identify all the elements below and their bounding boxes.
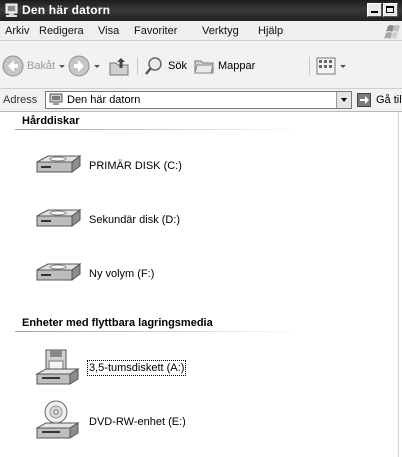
address-label: Adress (3, 94, 38, 106)
divider (398, 112, 399, 457)
back-button[interactable]: Bakåt (2, 55, 65, 77)
floppy-drive-icon (35, 349, 80, 385)
computer-icon (49, 93, 63, 105)
chevron-down-icon[interactable] (59, 65, 65, 68)
menu-bar: Arkiv Redigera Visa Favoriter Verktyg Hj… (0, 21, 402, 41)
group-title-hard-drives: Hårddiskar (22, 115, 80, 127)
toolbar: Bakåt Sök Mappar (0, 41, 402, 89)
drive-label: Sekundär disk (D:) (89, 214, 181, 226)
chevron-down-icon[interactable] (94, 65, 100, 68)
menu-visa[interactable]: Visa (98, 25, 119, 37)
title-bar[interactable]: Den här datorn (0, 0, 402, 21)
search-icon (145, 57, 162, 75)
group-divider (15, 331, 303, 332)
drive-label: DVD-RW-enhet (E:) (89, 416, 186, 428)
back-arrow-icon (2, 55, 24, 77)
forward-button[interactable] (68, 55, 104, 77)
window-title: Den här datorn (22, 3, 111, 17)
menu-verktyg[interactable]: Verktyg (202, 25, 239, 37)
hard-drive-icon (36, 155, 82, 173)
forward-arrow-icon (68, 55, 90, 77)
toolbar-separator (309, 57, 310, 75)
chevron-down-icon[interactable] (340, 65, 346, 68)
group-divider (15, 129, 303, 130)
go-arrow-icon (357, 93, 371, 107)
go-button[interactable]: Gå till (355, 92, 402, 109)
drive-label: PRIMÄR DISK (C:) (89, 160, 182, 172)
menu-hjalp[interactable]: Hjälp (258, 25, 283, 37)
views-icon (316, 57, 336, 75)
explorer-window: Den här datorn Arkiv Redigera Visa Favor… (0, 0, 402, 457)
drive-label: Ny volym (F:) (89, 268, 155, 280)
toolbar-separator (137, 57, 138, 75)
folders-icon (194, 60, 214, 74)
maximize-button[interactable] (383, 3, 398, 17)
menu-favoriter[interactable]: Favoriter (134, 25, 177, 37)
address-field[interactable]: Den här datorn (45, 91, 352, 109)
up-folder-button[interactable] (108, 55, 132, 77)
back-label: Bakåt (27, 60, 56, 72)
computer-icon (5, 3, 18, 17)
group-title-removable: Enheter med flyttbara lagringsmedia (22, 317, 213, 329)
address-dropdown-button[interactable] (336, 92, 351, 108)
address-value: Den här datorn (67, 94, 141, 106)
file-view[interactable]: Hårddiskar PRIMÄR DISK (C:) Sekundär dis… (0, 112, 402, 457)
windows-logo-icon (384, 25, 400, 39)
dvd-drive-icon (35, 400, 80, 439)
folders-label: Mappar (218, 60, 256, 72)
folders-button[interactable]: Mappar (193, 55, 271, 77)
go-label: Gå till (376, 94, 402, 106)
address-bar: Adress Den här datorn Gå till (0, 89, 402, 112)
hard-drive-icon (36, 263, 82, 281)
up-folder-icon (109, 58, 129, 76)
menu-redigera[interactable]: Redigera (39, 25, 84, 37)
search-label: Sök (168, 60, 187, 72)
menu-arkiv[interactable]: Arkiv (5, 25, 29, 37)
drive-label: 3,5-tumsdiskett (A:) (86, 360, 187, 376)
minimize-button[interactable] (367, 3, 382, 17)
views-button[interactable] (315, 55, 346, 77)
hard-drive-icon (36, 209, 82, 227)
